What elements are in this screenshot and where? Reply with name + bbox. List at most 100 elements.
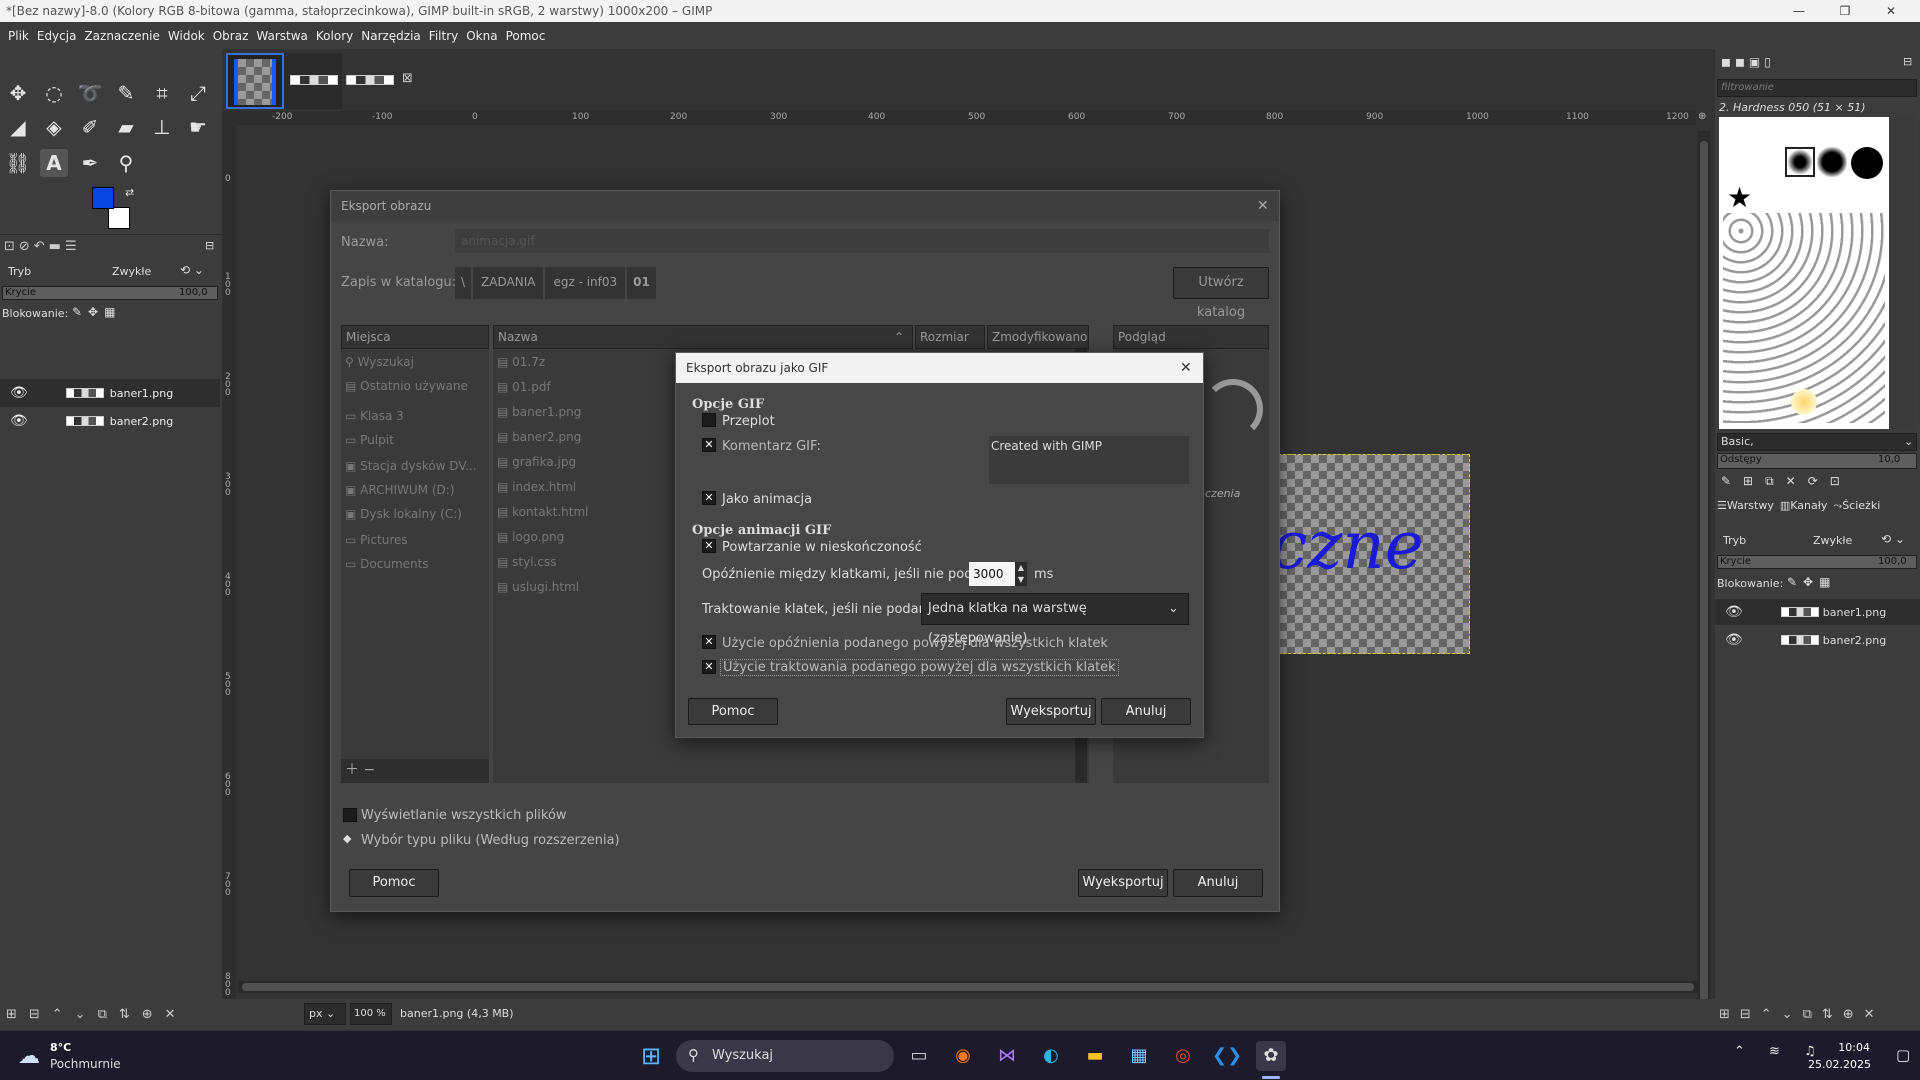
foreground-color-swatch[interactable] (92, 187, 114, 209)
mode-reset-icon[interactable]: ⟲ ⌄ (180, 263, 204, 277)
swap-colors-icon[interactable]: ⇄ (125, 186, 134, 199)
mode-value[interactable]: Zwykłe (1813, 534, 1852, 547)
visibility-eye-icon[interactable]: 👁 (1725, 632, 1743, 648)
file-row[interactable]: ▤ kontakt.html (497, 505, 589, 519)
place-item[interactable]: ▭ Pulpit (345, 433, 394, 447)
spacing-slider[interactable]: Odstępy 10,0 (1717, 453, 1917, 469)
image-tab[interactable]: ⊠ (342, 53, 422, 109)
visibility-eye-icon[interactable]: 👁 (1725, 604, 1743, 620)
clock-date[interactable]: 25.02.2025 (1808, 1058, 1871, 1071)
background-color-swatch[interactable] (108, 207, 130, 229)
menu-windows[interactable]: Okna (462, 29, 501, 43)
show-all-files-checkbox[interactable] (343, 808, 357, 822)
notifications-icon[interactable]: ▢ (1896, 1046, 1910, 1064)
scrollbar-thumb[interactable] (242, 983, 1694, 991)
brush-grid[interactable]: ★ (1719, 117, 1889, 429)
gif-comment-textarea[interactable]: Created with GIMP (989, 436, 1189, 484)
name-column-header[interactable]: Nazwa ⌃ (493, 325, 913, 349)
brush-tabs-icons[interactable]: ◼◼▣▯ (1721, 55, 1775, 69)
search-box[interactable]: ⚲ Wyszukaj (676, 1040, 894, 1072)
name-input[interactable]: animacja.gif (455, 229, 1269, 253)
brush-scrollbar[interactable] (1891, 117, 1915, 429)
menu-colors[interactable]: Kolory (312, 29, 357, 43)
menu-view[interactable]: Widok (164, 29, 209, 43)
frame-disposal-select[interactable]: Jedna klatka na warstwę (zastępowanie) ⌄ (921, 593, 1189, 646)
visibility-eye-icon[interactable]: 👁 (10, 385, 28, 401)
file-row[interactable]: ▤ baner2.png (497, 430, 581, 444)
place-item[interactable]: ▭ Documents (345, 557, 429, 571)
file-type-expander-icon[interactable]: ◆ (343, 832, 351, 845)
unit-select[interactable]: px ⌄ (304, 1003, 346, 1025)
path-segment[interactable]: egz - inf03 (545, 267, 626, 299)
start-windows-icon[interactable]: ⊞ (636, 1041, 666, 1071)
maximize-icon[interactable]: ❐ (1822, 0, 1868, 22)
interlace-checkbox[interactable] (702, 413, 716, 427)
place-item[interactable]: ▣ ARCHIWUM (D:) (345, 483, 455, 497)
bucket-fill-icon[interactable]: ◈ (40, 113, 68, 141)
dock-tabs-icons[interactable]: ⊡⊘↶▬☰ (4, 239, 81, 254)
tab-channels[interactable]: ▥Kanały (1780, 499, 1828, 519)
file-row[interactable]: ▤ index.html (497, 480, 576, 494)
smudge-icon[interactable]: ☛ (184, 113, 212, 141)
tab-close-icon[interactable]: ⊠ (402, 71, 413, 86)
loop-forever-checkbox[interactable]: ✕ (702, 539, 716, 553)
transform-icon[interactable]: ⤢ (184, 79, 212, 107)
create-folder-button[interactable]: Utwórz katalog (1173, 267, 1269, 320)
opacity-slider[interactable]: Krycie 100,0 (1717, 555, 1917, 569)
menu-edit[interactable]: Edycja (33, 29, 81, 43)
ellipse-select-icon[interactable]: ◌ (40, 79, 68, 107)
gif-help-button[interactable]: Pomoc (688, 698, 778, 725)
tray-icons[interactable]: ⌃ ≋ ♫ (1734, 1044, 1826, 1059)
delay-spinner-icon[interactable]: ▲ ▼ (1015, 562, 1027, 586)
close-icon[interactable]: ✕ (1180, 353, 1192, 383)
gif-export-button[interactable]: Wyeksportuj (1006, 698, 1096, 725)
zoom-navigate-icon[interactable]: ⊕ (1698, 111, 1712, 125)
chrome-icon[interactable]: ◎ (1168, 1041, 1198, 1071)
vertical-scrollbar[interactable] (1698, 131, 1710, 1031)
dock-menu-icon[interactable]: ⊟ (1903, 55, 1912, 68)
zoom-select[interactable]: 100 % ⌄ (350, 1003, 392, 1039)
size-column-header[interactable]: Rozmiar (915, 325, 985, 349)
brush-item[interactable] (1791, 389, 1817, 415)
text-tool-icon[interactable]: A (40, 149, 68, 177)
menu-layer[interactable]: Warstwa (252, 29, 312, 43)
zoom-icon[interactable]: ⚲ (112, 149, 140, 177)
menu-tools[interactable]: Narzędzia (357, 29, 425, 43)
file-row[interactable]: ▤ grafika.jpg (497, 455, 576, 469)
tab-paths[interactable]: ⤳Ścieżki (1833, 499, 1880, 519)
task-view-icon[interactable]: ▭ (904, 1041, 934, 1071)
opacity-slider[interactable]: Krycie 100,0 (2, 286, 218, 300)
menu-filters[interactable]: Filtry (425, 29, 462, 43)
use-disposal-checkbox[interactable]: ✕ (702, 660, 716, 674)
menu-file[interactable]: Plik (4, 29, 33, 43)
place-item[interactable]: ▣ Dysk lokalny (C:) (345, 507, 462, 521)
microsoft-store-icon[interactable]: ▦ (1124, 1041, 1154, 1071)
as-animation-checkbox[interactable]: ✕ (702, 491, 716, 505)
brush-preset-select[interactable]: Basic, ⌄ (1717, 433, 1917, 451)
paths-icon[interactable]: ⛓ (4, 149, 32, 177)
place-item[interactable]: ▭ Klasa 3 (345, 409, 404, 423)
layer-actions-icons[interactable]: ⊞⊟⌃⌄⧉⇅⊕✕ (1719, 1007, 1885, 1022)
close-icon[interactable]: ✕ (1257, 191, 1269, 221)
path-segment[interactable]: ZADANIA (473, 267, 544, 299)
layer-row[interactable]: 👁 baner1.png (0, 379, 220, 407)
lock-icons[interactable]: ✎✥▦ (72, 305, 121, 319)
selected-brush[interactable] (1785, 147, 1815, 177)
brush-item[interactable] (1817, 147, 1847, 177)
edge-icon[interactable]: ◐ (1036, 1041, 1066, 1071)
layer-row[interactable]: 👁 baner2.png (0, 407, 220, 435)
mode-reset-icon[interactable]: ⟲ ⌄ (1881, 532, 1905, 546)
file-type-label[interactable]: Wybór typu pliku (Według rozszerzenia) (361, 833, 620, 848)
menu-image[interactable]: Obraz (209, 29, 253, 43)
warp-icon[interactable]: ◢ (4, 113, 32, 141)
delay-input[interactable]: 3000 (969, 562, 1015, 586)
export-button[interactable]: Wyeksportuj (1078, 869, 1168, 897)
close-icon[interactable]: ✕ (1868, 0, 1914, 22)
menu-help[interactable]: Pomoc (502, 29, 550, 43)
crop-icon[interactable]: ⌗ (148, 79, 176, 107)
menu-select[interactable]: Zaznaczenie (80, 29, 163, 43)
gif-cancel-button[interactable]: Anuluj (1101, 698, 1191, 725)
file-row[interactable]: ▤ styl.css (497, 555, 556, 569)
move-tool-icon[interactable]: ✥ (4, 79, 32, 107)
use-delay-checkbox[interactable]: ✕ (702, 635, 716, 649)
